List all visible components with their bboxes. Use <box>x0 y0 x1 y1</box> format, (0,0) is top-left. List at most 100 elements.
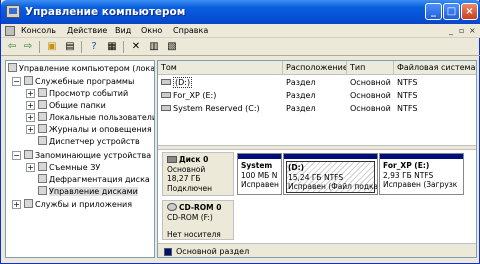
toolbar-separator <box>39 41 40 53</box>
device-manager-icon <box>38 136 47 145</box>
toolbar: ⇦ ⇨ ▣ ▤ ? ▦ ✕ ▥ ▧ <box>1 38 480 56</box>
volume-type: Основной <box>350 78 391 87</box>
volume-fs: NTFS <box>397 104 418 113</box>
menu-view[interactable]: Вид <box>115 26 131 35</box>
tree-item-system-tools[interactable]: Служебные программы <box>24 76 134 87</box>
expand-icon[interactable]: + <box>26 125 35 134</box>
partition-status: Исправен <box>241 180 279 189</box>
volume-icon <box>161 92 171 98</box>
tree-item-services-apps[interactable]: Службы и приложения <box>24 199 132 210</box>
table-row[interactable]: (D:) Раздел Основной NTFS <box>158 76 476 89</box>
forward-arrow-icon[interactable]: ⇨ <box>21 40 35 54</box>
services-icon <box>24 199 33 208</box>
partition-d[interactable]: (D:) 15,24 ГБ NTFS Исправен (Файл подка <box>283 153 378 195</box>
disk-graphical-view: Диск 0 Основной 18,27 ГБ Подключен Syste… <box>158 150 476 243</box>
tree-item-performance-logs[interactable]: Журналы и оповещения пр <box>38 124 154 135</box>
volume-fs: NTFS <box>397 91 418 100</box>
collapse-icon[interactable]: − <box>12 77 21 86</box>
menu-window[interactable]: Окно <box>141 26 162 35</box>
partition-name: (D:) <box>288 163 305 172</box>
column-header-type[interactable]: Тип <box>347 61 394 75</box>
menu-help[interactable]: Справка <box>173 26 208 35</box>
tree-item-local-users[interactable]: Локальные пользователи <box>38 112 154 123</box>
cdrom-0-name: CD-ROM 0 <box>179 203 222 212</box>
tree-item-removable-storage[interactable]: Съемные ЗУ <box>38 162 100 173</box>
tree-item-device-manager[interactable]: Диспетчер устройств <box>38 136 140 147</box>
volume-name: (D:) <box>173 77 193 88</box>
window-title: Управление компьютером <box>25 6 186 18</box>
expand-icon[interactable]: + <box>26 113 35 122</box>
partition-size: 100 МБ N <box>241 170 278 180</box>
volume-icon <box>161 105 171 111</box>
disk-0-label[interactable]: Диск 0 Основной 18,27 ГБ Подключен <box>162 152 234 196</box>
partition-name: For_XP (E:) <box>383 161 430 170</box>
column-header-file-system[interactable]: Файловая система <box>394 61 476 75</box>
removable-storage-icon <box>38 162 47 171</box>
expand-icon[interactable]: + <box>26 89 35 98</box>
tree-item-storage[interactable]: Запоминающие устройства <box>24 150 151 161</box>
export-list-icon[interactable]: ▥ <box>147 40 161 54</box>
details-pane: Том Расположение Тип Файловая система (D… <box>157 60 477 258</box>
tree-item-defragmenter[interactable]: Дефрагментация диска <box>38 174 150 185</box>
console-tree: Управление компьютером (локаль − Служебн… <box>5 60 155 258</box>
mdi-close-icon[interactable]: × <box>469 26 476 35</box>
table-row[interactable]: System Reserved (C:) Раздел Основной NTF… <box>158 102 476 115</box>
tree-item-computer-management[interactable]: Управление компьютером (локаль <box>8 63 154 74</box>
disk-management-icon <box>38 186 47 195</box>
computer-icon <box>8 63 17 72</box>
disk-0-name: Диск 0 <box>179 155 209 164</box>
disk-0-size: 18,27 ГБ <box>167 174 201 183</box>
tree-item-shared-folders[interactable]: Общие папки <box>38 100 106 111</box>
expand-icon[interactable]: + <box>26 163 35 172</box>
volume-fs: NTFS <box>397 78 418 87</box>
volume-type: Основной <box>350 91 391 100</box>
toolbar-separator <box>123 41 124 53</box>
hard-disk-icon <box>167 156 177 163</box>
tree-item-disk-management[interactable]: Управление дисками <box>38 186 138 197</box>
collapse-icon[interactable]: − <box>12 151 21 160</box>
disk-0-status: Подключен <box>167 183 212 193</box>
event-viewer-icon <box>38 88 47 97</box>
expand-icon[interactable]: + <box>12 200 21 209</box>
console-menu-icon[interactable] <box>5 26 15 36</box>
close-button[interactable]: × <box>461 3 478 20</box>
partition-size: 15,24 ГБ NTFS <box>288 172 344 182</box>
volume-icon <box>161 79 171 85</box>
minimize-button[interactable]: _ <box>425 3 442 20</box>
show-tree-icon[interactable]: ▤ <box>63 40 77 54</box>
menu-action[interactable]: Действие <box>67 26 107 35</box>
delete-icon[interactable]: ✕ <box>129 40 143 54</box>
partition-status: Исправен (Файл подка <box>288 182 378 191</box>
mdi-restore-icon[interactable]: ▫ <box>459 26 464 35</box>
cdrom-0-label[interactable]: CD-ROM 0 CD-ROM (F:) Нет носителя <box>162 200 234 240</box>
partition-e[interactable]: For_XP (E:) 2,93 ГБ NTFS Исправен (Загрузк <box>379 153 464 195</box>
tree-item-event-viewer[interactable]: Просмотр событий <box>38 88 128 99</box>
cdrom-icon <box>167 203 177 211</box>
menu-bar: Консоль Действие Вид Окно Справка _ ▫ × <box>1 24 480 38</box>
column-header-layout[interactable]: Расположение <box>283 61 347 75</box>
maximize-button[interactable]: □ <box>443 3 460 20</box>
mdi-minimize-icon[interactable]: _ <box>449 26 453 35</box>
expand-icon[interactable]: + <box>26 101 35 110</box>
toolbar-separator <box>81 41 82 53</box>
partition-system[interactable]: System 100 МБ N Исправен <box>237 153 282 195</box>
disk-0-type: Основной <box>167 164 206 174</box>
column-header-volume[interactable]: Том <box>158 61 283 75</box>
properties-icon[interactable]: ▦ <box>105 40 119 54</box>
menu-console[interactable]: Консоль <box>21 26 56 35</box>
title-bar[interactable]: Управление компьютером _ □ × <box>1 0 480 24</box>
help-icon[interactable]: ? <box>87 40 101 54</box>
computer-management-icon <box>6 5 20 18</box>
primary-partition-swatch <box>164 248 172 256</box>
cdrom-drive: CD-ROM (F:) <box>167 212 213 222</box>
up-folder-icon[interactable]: ▣ <box>45 40 59 54</box>
back-arrow-icon[interactable]: ⇦ <box>5 40 19 54</box>
properties-sheet-icon[interactable]: ▧ <box>165 40 179 54</box>
table-row[interactable]: For_XP (E:) Раздел Основной NTFS <box>158 89 476 102</box>
partition-bar <box>284 154 377 159</box>
tools-icon <box>24 76 33 85</box>
partition-status: Исправен (Загрузк <box>383 180 458 189</box>
performance-icon <box>38 124 47 133</box>
partition-size: 2,93 ГБ NTFS <box>383 170 434 180</box>
legend-bar: Основной раздел <box>158 243 476 257</box>
